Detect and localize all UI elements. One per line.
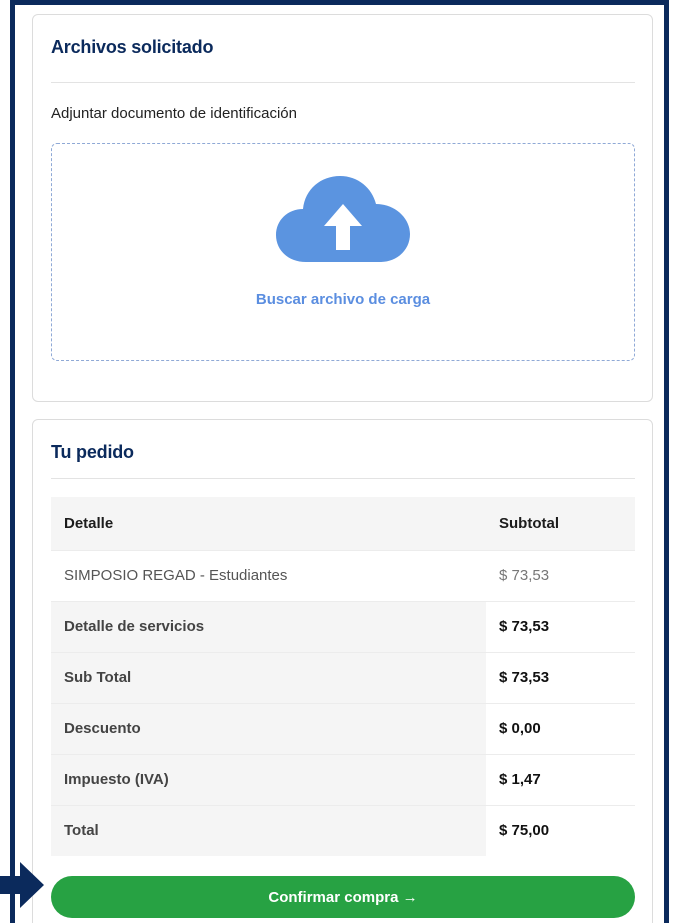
row-value: $ 73,53 [486,600,635,652]
table-row: Descuento $ 0,00 [51,702,635,754]
files-card: Archivos solicitado Adjuntar documento d… [32,14,653,402]
order-table: Detalle Subtotal SIMPOSIO REGAD - Estudi… [51,497,635,856]
row-label: Sub Total [51,651,486,703]
row-label: Impuesto (IVA) [51,753,486,805]
files-card-title: Archivos solicitado [51,37,214,57]
table-row: SIMPOSIO REGAD - Estudiantes $ 73,53 [51,549,635,601]
row-value: $ 0,00 [486,702,635,754]
dropzone-label[interactable]: Buscar archivo de carga [52,291,634,308]
table-header-row: Detalle Subtotal [51,497,635,550]
table-row: Total $ 75,00 [51,804,635,856]
item-name: SIMPOSIO REGAD - Estudiantes [51,549,486,601]
arrow-right-indicator-icon [0,862,44,908]
row-value: $ 75,00 [486,804,635,856]
column-header-detail: Detalle [51,497,486,550]
row-value: $ 73,53 [486,651,635,703]
upload-dropzone[interactable]: Buscar archivo de carga [51,143,635,361]
item-price: $ 73,53 [486,549,635,601]
column-header-subtotal: Subtotal [486,497,635,550]
divider [51,82,635,83]
table-row: Detalle de servicios $ 73,53 [51,600,635,652]
attach-label: Adjuntar documento de identificación [51,105,297,122]
cloud-upload-icon [276,176,410,262]
table-row: Sub Total $ 73,53 [51,651,635,703]
table-row: Impuesto (IVA) $ 1,47 [51,753,635,805]
order-card: Tu pedido Detalle Subtotal SIMPOSIO REGA… [32,419,653,923]
row-label: Total [51,804,486,856]
order-card-title: Tu pedido [51,442,134,462]
row-label: Descuento [51,702,486,754]
confirm-purchase-button[interactable]: Confirmar compra → [51,876,635,918]
row-value: $ 1,47 [486,753,635,805]
divider [51,478,635,479]
row-label: Detalle de servicios [51,600,486,652]
